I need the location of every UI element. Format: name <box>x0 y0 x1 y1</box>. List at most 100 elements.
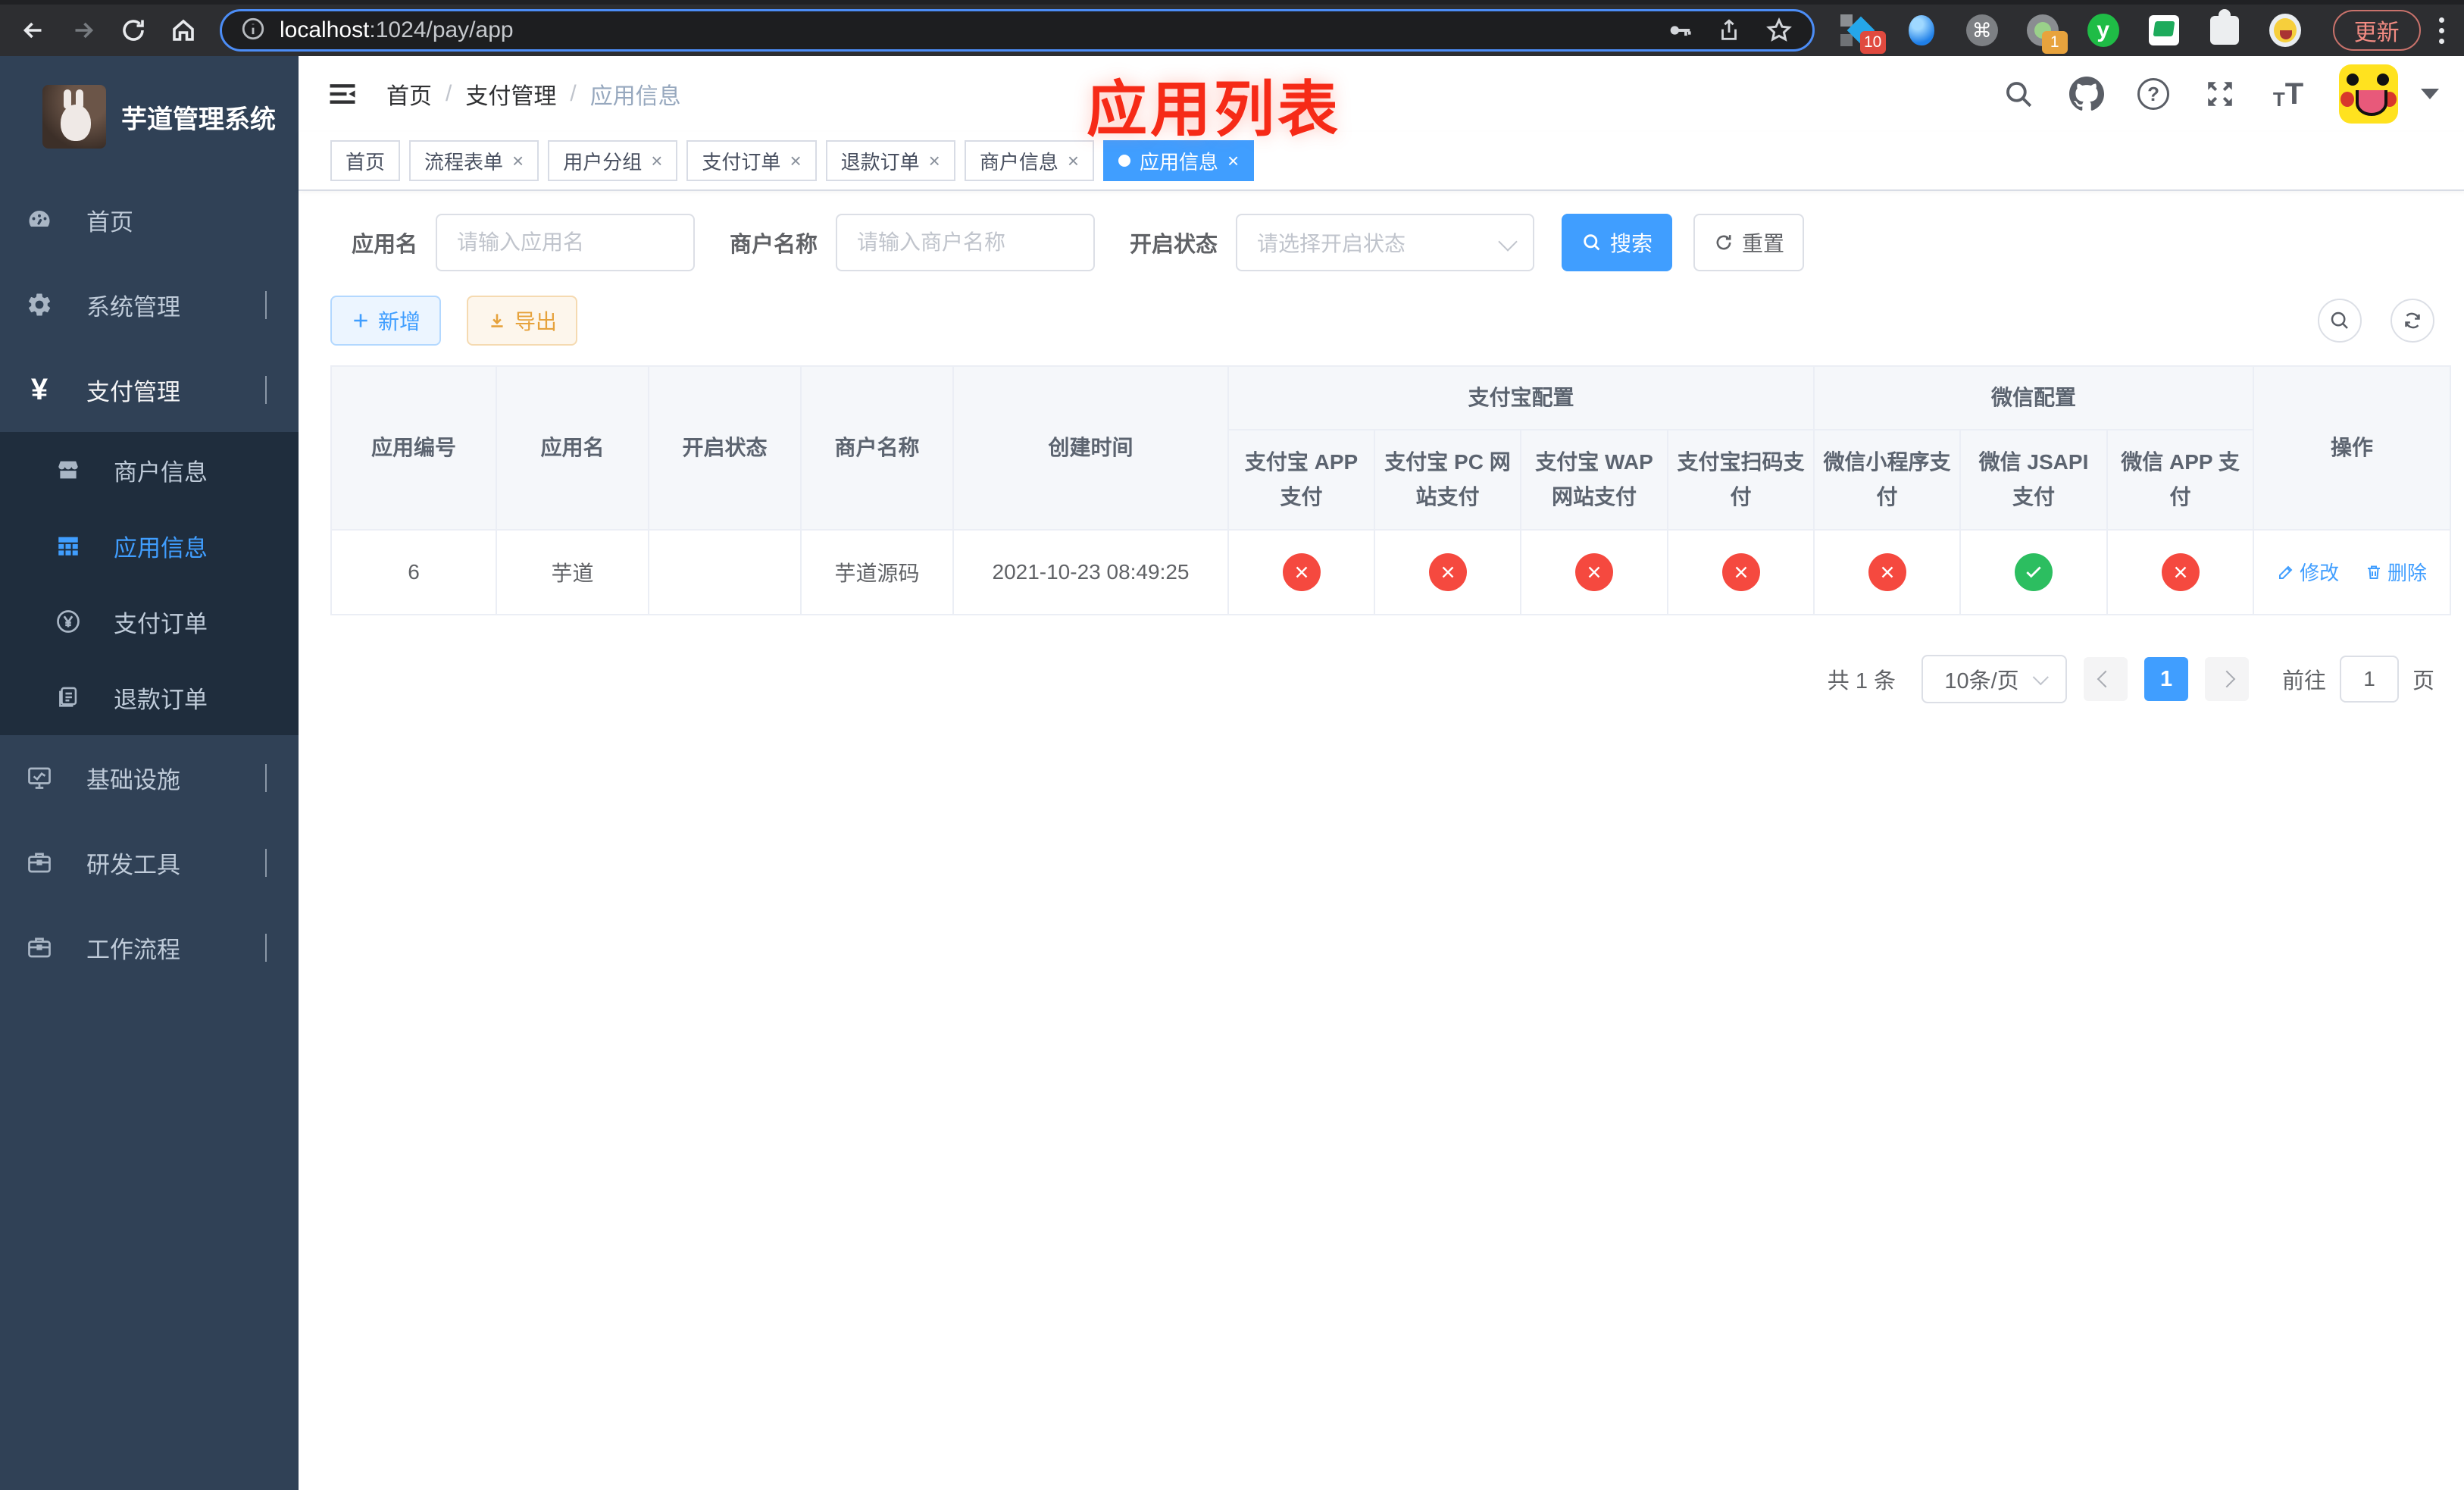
profile-emoji-icon[interactable] <box>2269 14 2301 47</box>
breadcrumb-payment[interactable]: 支付管理 <box>432 77 556 111</box>
sidebar-item-payment[interactable]: ¥ 支付管理 <box>0 347 299 432</box>
th-actions: 操作 <box>2253 365 2452 531</box>
next-page-button[interactable] <box>2205 657 2250 701</box>
tab-refund-order[interactable]: 退款订单 <box>825 140 955 181</box>
th-alipay-pc: 支付宝 PC 网站支付 <box>1374 429 1521 531</box>
status-label: 开启状态 <box>1130 233 1218 257</box>
breadcrumb-home[interactable]: 首页 <box>386 77 432 111</box>
avatar[interactable] <box>2339 64 2399 124</box>
browser-reload-icon[interactable] <box>117 14 150 47</box>
sidebar-item-home[interactable]: 首页 <box>0 177 299 262</box>
coin-yen-icon <box>55 608 82 635</box>
bookmark-star-icon[interactable] <box>1764 15 1794 45</box>
caret-down-icon[interactable] <box>2421 89 2440 99</box>
password-key-icon[interactable] <box>1664 15 1694 45</box>
prev-page-button[interactable] <box>2084 657 2128 701</box>
close-icon[interactable] <box>503 149 524 173</box>
tab-user-group[interactable]: 用户分组 <box>548 140 678 181</box>
th-alipay-app: 支付宝 APP 支付 <box>1227 429 1375 531</box>
sidebar-item-workflow[interactable]: 工作流程 <box>0 905 299 990</box>
tab-home[interactable]: 首页 <box>330 140 401 181</box>
extension-y-logo-icon[interactable]: y <box>2087 14 2119 47</box>
total-count: 共 1 条 <box>1827 669 1896 693</box>
briefcase-icon <box>26 849 53 876</box>
toggle-search-button[interactable] <box>2318 299 2362 343</box>
current-page[interactable]: 1 <box>2144 657 2189 701</box>
chevron-down-icon <box>265 764 267 792</box>
reset-button[interactable]: 重置 <box>1693 214 1805 271</box>
browser-home-icon[interactable] <box>167 14 200 47</box>
search-button[interactable]: 搜索 <box>1562 214 1673 271</box>
delete-link[interactable]: 删除 <box>2365 558 2427 586</box>
tab-merchant-info[interactable]: 商户信息 <box>964 140 1095 181</box>
th-wechat-app: 微信 APP 支付 <box>2106 429 2255 531</box>
extension-balloon-icon[interactable] <box>1906 14 1937 46</box>
status-icon-wechat-mini <box>1868 553 1906 591</box>
github-icon[interactable] <box>2069 77 2105 111</box>
th-wechat-mini: 微信小程序支付 <box>1813 429 1962 531</box>
fullscreen-icon[interactable] <box>2203 77 2237 111</box>
close-icon[interactable] <box>1058 149 1079 173</box>
export-button[interactable]: 导出 <box>467 296 577 346</box>
browser-toolbar: localhost:1024/pay/app 10 ⌘ 1 y 更新 <box>0 0 2464 56</box>
extensions-puzzle-icon[interactable] <box>2209 9 2240 46</box>
th-created: 创建时间 <box>952 365 1229 531</box>
page-size-select[interactable]: 10条/页 <box>1921 655 2068 703</box>
site-info-icon[interactable] <box>240 16 266 45</box>
status-icon-wechat-jsapi <box>2015 553 2053 591</box>
sidebar-subitem-merchant-info[interactable]: 商户信息 <box>0 432 299 508</box>
close-icon[interactable] <box>642 149 662 173</box>
sidebar-fold-icon[interactable] <box>326 77 359 111</box>
plus-icon <box>354 314 367 327</box>
active-dot-icon <box>1118 155 1131 167</box>
sidebar-item-label: 支付管理 <box>86 378 180 405</box>
app-logo-row[interactable]: 芋道管理系统 <box>0 56 299 177</box>
add-button[interactable]: 新增 <box>330 296 441 346</box>
sidebar-item-infrastructure[interactable]: 基础设施 <box>0 735 299 820</box>
extension-command-icon[interactable]: ⌘ <box>1965 14 1998 46</box>
sidebar-subitem-pay-order[interactable]: 支付订单 <box>0 584 299 659</box>
tab-process-form[interactable]: 流程表单 <box>409 140 539 181</box>
close-icon[interactable] <box>1218 149 1239 173</box>
address-bar[interactable]: localhost:1024/pay/app <box>220 9 1815 52</box>
status-icon-alipay-qr <box>1721 553 1760 591</box>
extension-diamond-icon[interactable]: 10 <box>1840 14 1886 54</box>
tab-pay-order[interactable]: 支付订单 <box>686 140 817 181</box>
extension-camera-icon[interactable]: 1 <box>2026 14 2068 54</box>
app-title: 芋道管理系统 <box>121 105 276 134</box>
th-app-id: 应用编号 <box>330 365 497 531</box>
close-icon[interactable] <box>780 149 801 173</box>
tab-bar: 首页 流程表单 用户分组 支付订单 退款订单 商户信息 应用信息 <box>299 132 2464 191</box>
merchant-name-input[interactable] <box>836 214 1096 271</box>
table-row: 6 芋道 芋道源码 2021-10-23 08:49:25 修改 删除 <box>330 529 2452 615</box>
document-icon <box>55 684 82 711</box>
browser-menu-icon[interactable] <box>2438 17 2444 44</box>
close-icon[interactable] <box>920 149 940 173</box>
shop-icon <box>55 456 82 484</box>
goto-page-input[interactable] <box>2340 656 2400 703</box>
search-icon <box>2331 311 2348 329</box>
edit-link[interactable]: 修改 <box>2277 558 2339 586</box>
app-name-input[interactable] <box>436 214 696 271</box>
chevron-down-icon <box>2032 668 2049 685</box>
refresh-table-button[interactable] <box>2391 299 2435 343</box>
help-icon[interactable]: ? <box>2137 78 2170 110</box>
browser-back-icon[interactable] <box>17 14 50 47</box>
sidebar-subitem-refund-order[interactable]: 退款订单 <box>0 659 299 735</box>
sidebar-subitem-label: 退款订单 <box>114 686 208 713</box>
cell-status <box>648 529 802 615</box>
share-icon[interactable] <box>1714 15 1744 45</box>
sidebar-item-system[interactable]: 系统管理 <box>0 262 299 347</box>
browser-forward-icon[interactable] <box>67 14 100 47</box>
sidebar-item-dev-tools[interactable]: 研发工具 <box>0 820 299 905</box>
status-select[interactable]: 请选择开启状态 <box>1236 214 1535 271</box>
extension-chat-icon[interactable] <box>2148 14 2180 46</box>
font-size-icon[interactable]: TT <box>2271 77 2306 111</box>
yen-icon: ¥ <box>30 372 48 406</box>
pen-icon <box>2279 565 2293 579</box>
sidebar-subitem-app-info[interactable]: 应用信息 <box>0 508 299 584</box>
th-alipay-wap: 支付宝 WAP 网站支付 <box>1520 429 1668 531</box>
search-icon[interactable] <box>2001 77 2036 111</box>
chrome-update-button[interactable]: 更新 <box>2332 10 2421 51</box>
cell-app-name: 芋道 <box>496 529 649 615</box>
